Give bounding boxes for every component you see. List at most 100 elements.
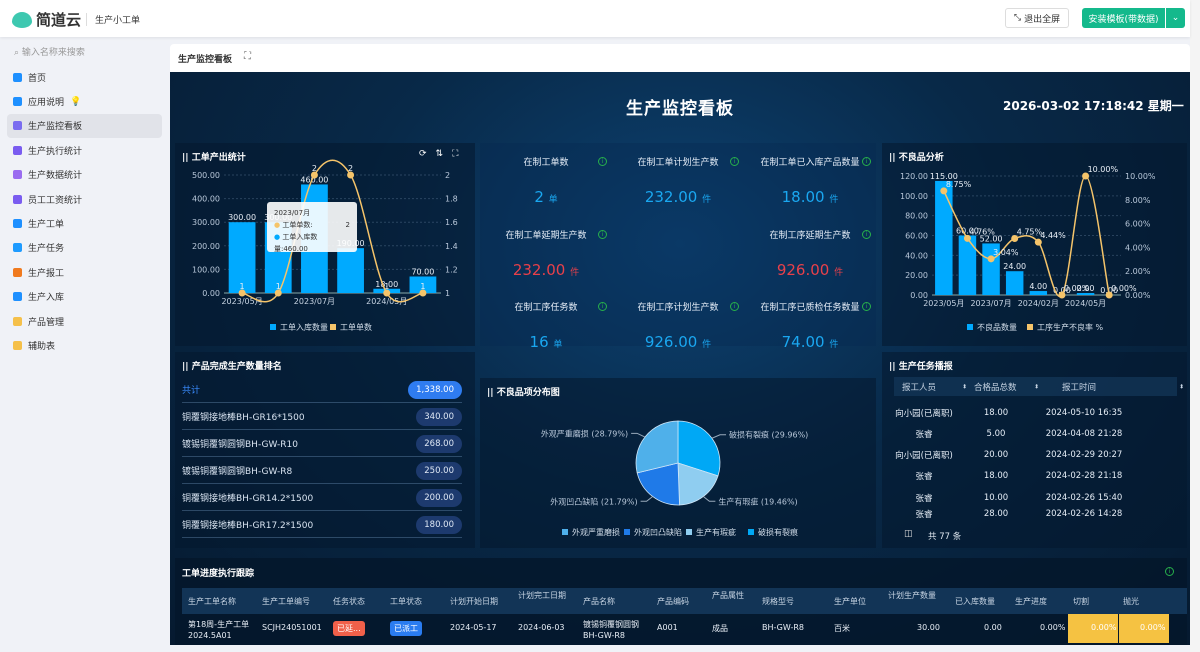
chart-tooltip: 2023/07月 ● 工单单数: 2 ● 工单入库数量:460.00: [267, 202, 357, 253]
line-value-label: 1: [276, 282, 281, 291]
table-column-header[interactable]: 产品属性: [712, 590, 764, 601]
scrollbar[interactable]: [1190, 0, 1200, 652]
pie-slice-label: 生产有瑕疵 (19.46%): [718, 496, 797, 506]
app-name: 生产小工单: [86, 13, 140, 26]
kpi-number: 18.00: [781, 188, 825, 206]
progress: 0.00%: [1040, 623, 1066, 632]
line-value-label: 4.76%: [969, 227, 995, 236]
report-cell: 张睿: [915, 493, 933, 504]
sidebar-item[interactable]: 生产数据统计: [7, 163, 162, 187]
y-tick-label-right: 1.6: [445, 218, 458, 227]
sidebar-item[interactable]: 生产入库: [7, 285, 162, 309]
table-column-header[interactable]: 生产工单编号: [262, 596, 310, 607]
sidebar-item[interactable]: 首页: [7, 65, 162, 89]
fullscreen-icon[interactable]: ⛶: [244, 51, 251, 62]
kpi-value: 18.00 件: [744, 188, 876, 206]
sidebar-item[interactable]: 生产执行统计: [7, 138, 162, 162]
logo[interactable]: 简道云: [12, 9, 81, 30]
sort-icon[interactable]: ⬍: [962, 383, 967, 390]
search-icon: ⌕: [14, 48, 22, 58]
report-cell: 10.00: [983, 492, 1009, 503]
table-column-header[interactable]: 计划完工日期: [518, 590, 570, 601]
y-tick-label-right: 1: [445, 289, 450, 298]
table-column-header[interactable]: 任务状态: [333, 596, 365, 607]
line-value-label: 2: [312, 164, 317, 173]
info-icon[interactable]: i: [598, 157, 607, 166]
table-column-header[interactable]: 生产进度: [1015, 596, 1047, 607]
table-column-header[interactable]: 抛光: [1123, 596, 1139, 607]
line-value-label: 0.00%: [1111, 284, 1137, 293]
kpi-number: 16: [529, 333, 549, 351]
task-status-badge[interactable]: 已延...: [333, 621, 365, 636]
kpi-label: 在制工单数: [523, 158, 569, 168]
order-name: 2024.5A01: [188, 631, 232, 640]
kpi-value: 232.00 件: [480, 261, 612, 279]
sidebar-nav: 首页 应用说明 💡 生产监控看板 生产执行统计 生产数据统计员工工资统计生产工单 生产任务生…: [7, 65, 162, 358]
legend-label: 外观严重磨损: [572, 527, 620, 537]
info-icon[interactable]: i: [862, 230, 871, 239]
kpi-value: 926.00 件: [612, 333, 744, 351]
kpi-card: 在制工序已质检任务数量 74.00 件: [744, 300, 876, 351]
sort-icon[interactable]: ⬍: [1179, 383, 1184, 390]
stored-qty: 0.00: [984, 623, 1002, 632]
pagination-icon[interactable]: ◫: [904, 529, 913, 539]
sidebar-item-label: 员工工资统计: [28, 195, 83, 206]
ranking-value: 180.00: [416, 515, 462, 534]
kpi-unit: 件: [829, 195, 839, 205]
install-dropdown-button[interactable]: ⌄: [1166, 8, 1185, 28]
table-column-header[interactable]: 产品编码: [657, 596, 689, 607]
report-header: 报工人员 ⬍ 合格品总数 ⬍ 报工时间 ⬍: [894, 377, 1184, 396]
table-column-header[interactable]: 规格型号: [762, 596, 794, 607]
ranking-name: 铜覆钢接地棒BH-GR16*1500: [182, 413, 305, 423]
pie-leader-line: [631, 432, 646, 438]
sort-icon[interactable]: ⬍: [1034, 383, 1039, 390]
sidebar-search[interactable]: ⌕ 输入名称来搜索: [14, 45, 85, 58]
report-cell: 2024-02-26 15:40: [1045, 492, 1123, 503]
line-value-label: 2: [348, 164, 353, 173]
sidebar-item[interactable]: 生产任务: [7, 236, 162, 260]
sidebar-item[interactable]: 生产报工: [7, 260, 162, 284]
report-column-header[interactable]: 合格品总数: [974, 381, 1017, 393]
table-column-header[interactable]: 切割: [1073, 596, 1089, 607]
info-icon[interactable]: i: [862, 302, 871, 311]
legend-label: 工单单数: [340, 322, 372, 332]
install-template-button[interactable]: 安装模板(带数据): [1082, 8, 1165, 28]
sidebar-item[interactable]: 生产工单: [7, 211, 162, 235]
bar: [1076, 293, 1095, 295]
kpi-unit: 件: [570, 268, 580, 278]
table-column-header[interactable]: 生产工单名称: [188, 596, 236, 607]
kpi-unit: 件: [834, 268, 844, 278]
sidebar-item[interactable]: 产品管理: [7, 309, 162, 333]
table-column-header[interactable]: 产品名称: [583, 596, 615, 607]
sidebar-item[interactable]: 生产监控看板: [7, 113, 162, 139]
line-value-label: 3.04%: [993, 248, 1019, 257]
sidebar-item-label: 生产报工: [28, 268, 65, 279]
report-column-header[interactable]: 报工时间: [1062, 381, 1096, 393]
y-tick-label-left: 300.00: [192, 218, 220, 227]
kpi-value: 926.00 件: [744, 261, 876, 279]
info-icon[interactable]: i: [730, 157, 739, 166]
y-tick-label-right: 1.4: [445, 242, 458, 251]
table-column-header[interactable]: 计划开始日期: [450, 596, 498, 607]
sidebar-item[interactable]: 应用说明 💡: [7, 89, 162, 113]
exit-fullscreen-button[interactable]: ⤡ 退出全屏: [1005, 8, 1069, 28]
table-column-header[interactable]: 计划生产数量: [888, 590, 940, 601]
table-column-header[interactable]: 生产单位: [834, 596, 866, 607]
info-icon[interactable]: i: [730, 302, 739, 311]
info-icon[interactable]: i: [1165, 567, 1174, 576]
kpi-label: 在制工序延期生产数: [769, 231, 851, 241]
report-column-header[interactable]: 报工人员: [902, 381, 936, 393]
table-column-header[interactable]: 工单状态: [390, 596, 422, 607]
legend-swatch: [270, 324, 276, 330]
sidebar-item[interactable]: 辅助表: [7, 333, 162, 357]
info-icon[interactable]: i: [598, 230, 607, 239]
table-column-header[interactable]: 已入库数量: [955, 596, 995, 607]
tab-dashboard[interactable]: 生产监控看板: [178, 52, 232, 65]
info-icon[interactable]: i: [862, 157, 871, 166]
info-icon[interactable]: i: [598, 302, 607, 311]
kpi-card: 在制工序任务数 16 单: [480, 300, 612, 351]
sidebar-item[interactable]: 员工工资统计: [7, 187, 162, 211]
top-bar: 简道云 生产小工单 ⤡ 退出全屏 安装模板(带数据) ⌄: [0, 0, 1190, 37]
order-status-badge[interactable]: 已派工: [390, 621, 422, 636]
line-value-label: 1: [420, 282, 425, 291]
